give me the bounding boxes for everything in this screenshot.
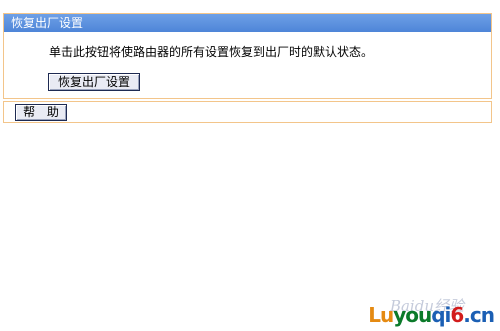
- site-watermark: Luyouqi6.cn: [368, 303, 495, 327]
- reset-description: 单击此按钮将使路由器的所有设置恢复到出厂时的默认状态。: [49, 45, 374, 59]
- watermark-part: Lu: [368, 303, 394, 327]
- watermark-part: you: [393, 303, 432, 327]
- watermark-part: qi: [431, 303, 451, 327]
- panel-title: 恢复出厂设置: [4, 14, 491, 32]
- factory-reset-panel: 恢复出厂设置 单击此按钮将使路由器的所有设置恢复到出厂时的默认状态。 恢复出厂设…: [3, 13, 492, 99]
- factory-reset-button[interactable]: 恢复出厂设置: [48, 73, 140, 91]
- help-button[interactable]: 帮 助: [15, 104, 67, 121]
- watermark-part: 6: [450, 303, 464, 327]
- watermark-logo: Baidu经验 Luyouqi6.cn: [354, 297, 495, 327]
- help-bar: 帮 助: [3, 101, 492, 123]
- watermark-part: .cn: [463, 303, 495, 327]
